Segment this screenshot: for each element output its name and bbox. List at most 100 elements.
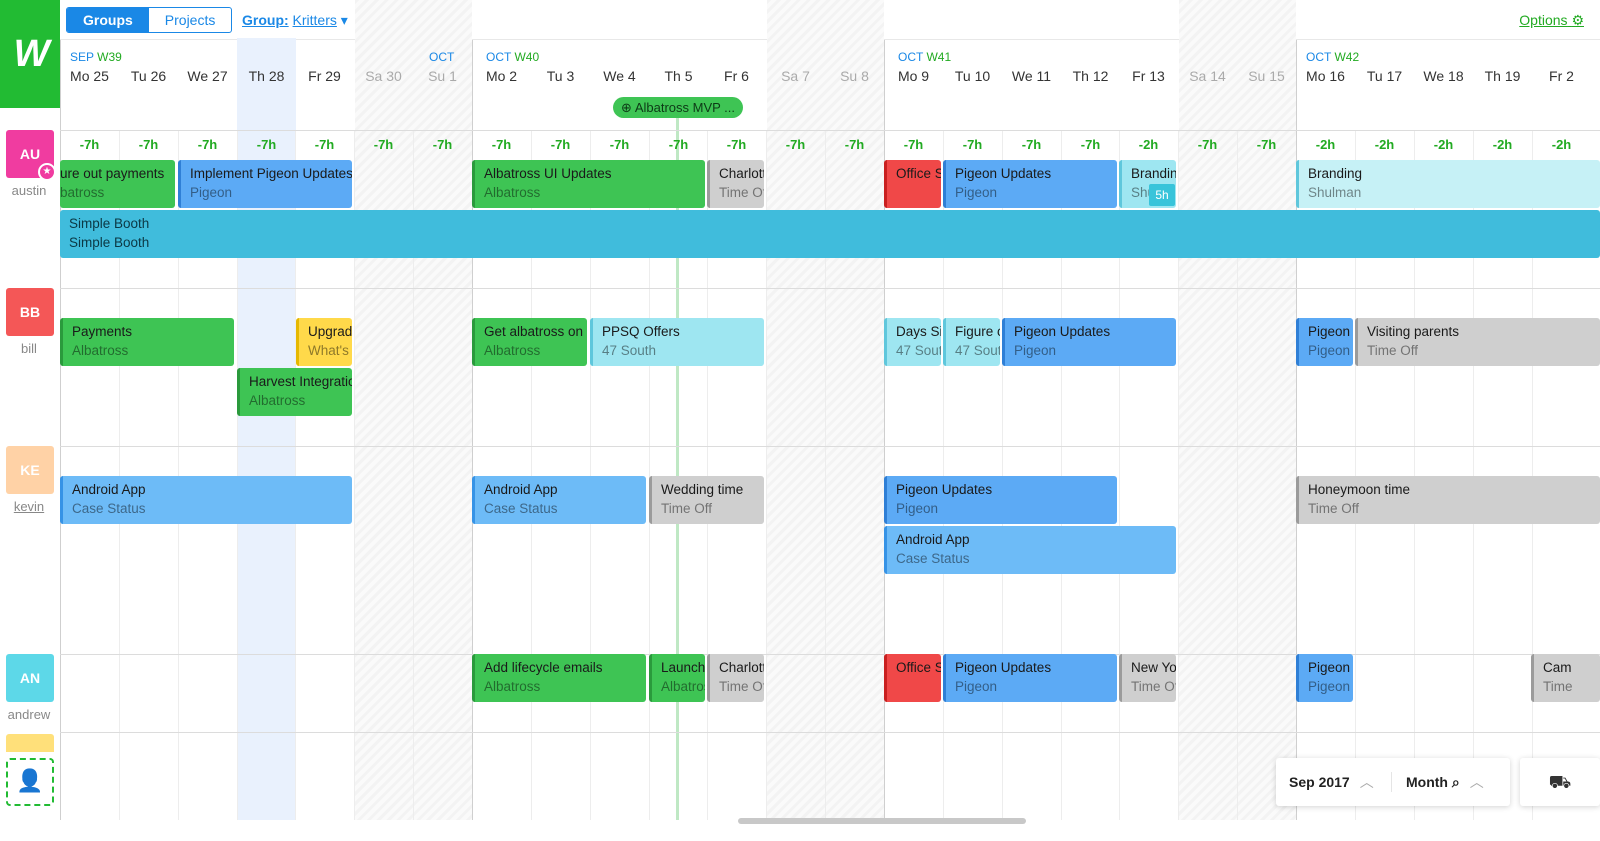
day-header: Sa 14 (1189, 68, 1226, 84)
capacity-hours: -7h (1021, 137, 1042, 152)
horizontal-scrollbar[interactable] (738, 818, 1026, 824)
capacity-hours: -7h (432, 137, 453, 152)
group-filter-label: Group: (242, 12, 289, 28)
task-bar[interactable]: Cam Time (1531, 654, 1600, 702)
inbox-button[interactable]: ⛟ (1520, 758, 1600, 806)
task-bar[interactable]: ure out payments batross (60, 160, 175, 208)
tab-groups[interactable]: Groups (67, 8, 149, 32)
task-bar[interactable]: Harvest Integratio Albatross (237, 368, 352, 416)
task-bar[interactable]: Android App Case Status (884, 526, 1176, 574)
person-name[interactable]: austin (0, 183, 58, 198)
avatar[interactable]: KE (6, 446, 54, 494)
capacity-hours: -7h (256, 137, 277, 152)
task-bar[interactable]: Pigeon Pigeon (1296, 654, 1353, 702)
capacity-hours: -7h (844, 137, 865, 152)
day-header: Tu 10 (954, 68, 991, 84)
capacity-hours: -7h (726, 137, 747, 152)
person-name[interactable]: bill (0, 341, 58, 356)
day-header: Sa 30 (365, 68, 402, 84)
task-bar[interactable]: Office S (884, 160, 941, 208)
pin-icon: ⊕ (621, 100, 632, 115)
range-picker-button[interactable]: Month ⌕ ︿ (1392, 772, 1484, 792)
capacity-hours: -7h (373, 137, 394, 152)
task-bar[interactable]: Android App Case Status (60, 476, 352, 524)
app-logo[interactable]: W (0, 0, 60, 108)
group-filter-value: Kritters (292, 12, 337, 28)
day-header: We 11 (1011, 68, 1052, 84)
task-bar[interactable]: Pigeon Updates Pigeon (943, 160, 1117, 208)
today-column (237, 38, 296, 820)
add-person-button[interactable]: 👤 (6, 758, 54, 806)
group-filter-dropdown[interactable]: Group: Kritters ▾ (242, 12, 348, 29)
task-bar[interactable]: Wedding time Time Off (649, 476, 764, 524)
task-bar[interactable]: Figure c 47 Sout (943, 318, 1000, 366)
capacity-hours: -7h (609, 137, 630, 152)
task-bar[interactable]: Implement Pigeon Updates Pigeon (178, 160, 352, 208)
capacity-hours: -7h (314, 137, 335, 152)
task-bar[interactable]: Android App Case Status (472, 476, 646, 524)
person-name[interactable]: andrew (0, 707, 58, 722)
milestone-albatross-mvp[interactable]: ⊕ Albatross MVP ... (613, 97, 743, 118)
hours-badge: 5h (1149, 184, 1175, 206)
task-bar[interactable]: Branding Shulman (1296, 160, 1600, 208)
day-header: Su 15 (1248, 68, 1285, 84)
task-bar[interactable]: Charlott Time Of (707, 654, 764, 702)
task-bar[interactable]: Albatross UI Updates Albatross (472, 160, 705, 208)
day-header: Fr 13 (1132, 68, 1165, 84)
capacity-hours: -2h (1551, 137, 1572, 152)
avatar-partial[interactable] (6, 734, 54, 752)
task-bar[interactable]: Get albatross on s Albatross (472, 318, 587, 366)
grid-column-line (1296, 40, 1297, 820)
task-bar[interactable]: Days Si 47 Sout (884, 318, 941, 366)
day-header: Fr 29 (308, 68, 341, 84)
capacity-hours: -7h (491, 137, 512, 152)
capacity-hours: -2h (1492, 137, 1513, 152)
task-bar[interactable]: Simple Booth Simple Booth (60, 210, 1600, 258)
day-header: Fr 6 (724, 68, 749, 84)
grid-column-line (472, 40, 473, 820)
day-header: We 18 (1423, 68, 1464, 84)
row-divider (60, 446, 1600, 447)
avatar[interactable]: AN (6, 654, 54, 702)
timeline-header (60, 40, 1600, 130)
day-header: Th 5 (664, 68, 693, 84)
search-icon: ⌕ (1451, 774, 1460, 790)
options-link[interactable]: Options ⚙ (1519, 12, 1584, 29)
task-bar[interactable]: Payments Albatross (60, 318, 234, 366)
star-icon: ★ (38, 163, 56, 181)
task-bar[interactable]: Visiting parents Time Off (1355, 318, 1600, 366)
task-bar[interactable]: Pigeon Updates Pigeon (943, 654, 1117, 702)
avatar[interactable]: BB (6, 288, 54, 336)
day-header: We 4 (603, 68, 636, 84)
task-bar[interactable]: Pigeon Updates Pigeon (884, 476, 1117, 524)
task-bar[interactable]: Pigeon Updates Pigeon (1002, 318, 1176, 366)
task-bar[interactable]: Add lifecycle emails Albatross (472, 654, 646, 702)
person-name[interactable]: kevin (0, 499, 58, 514)
gear-icon: ⚙ (1571, 12, 1584, 28)
day-header: Mo 25 (70, 68, 109, 84)
row-divider (60, 732, 1600, 733)
capacity-hours: -7h (550, 137, 571, 152)
day-header: Mo 9 (897, 68, 930, 84)
view-switch: Groups Projects (66, 7, 233, 33)
row-divider (60, 654, 1600, 655)
chevron-up-icon: ︿ (1359, 774, 1374, 790)
task-bar[interactable]: PPSQ Offers 47 South (590, 318, 764, 366)
week-label: OCT W40 (486, 50, 540, 64)
task-bar[interactable]: Pigeon Pigeon (1296, 318, 1353, 366)
week-label: OCT W41 (898, 50, 952, 64)
tab-projects[interactable]: Projects (149, 8, 232, 32)
inbox-icon: ⛟ (1548, 772, 1572, 792)
task-bar[interactable]: Honeymoon time Time Off (1296, 476, 1600, 524)
task-bar[interactable]: Upgrad What's (296, 318, 352, 366)
date-picker-button[interactable]: Sep 2017 ︿ (1276, 772, 1392, 792)
task-bar[interactable]: Charlott Time Of (707, 160, 764, 208)
capacity-hours: -2h (1315, 137, 1336, 152)
day-header: Fr 2 (1549, 68, 1574, 84)
task-bar[interactable]: New Yo Time Of (1119, 654, 1176, 702)
add-user-icon: 👤 (16, 768, 44, 793)
week-label: SEP W39 (70, 50, 122, 64)
task-bar[interactable]: LaunchAlbatros (649, 654, 705, 702)
task-bar[interactable]: Office S (884, 654, 941, 702)
chevron-down-icon: ▾ (340, 12, 348, 28)
